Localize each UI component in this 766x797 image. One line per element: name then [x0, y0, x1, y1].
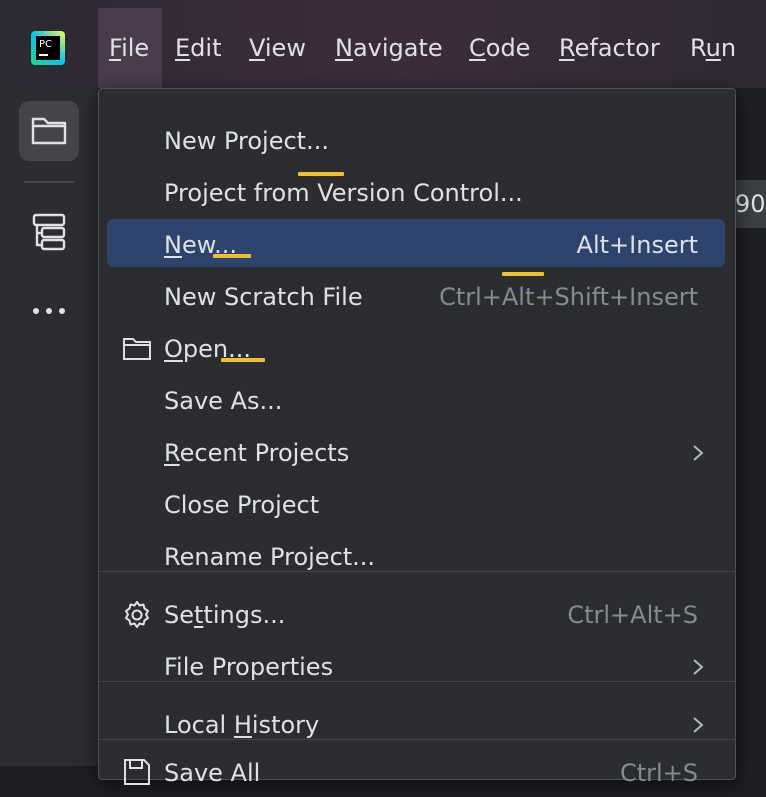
main-menubar: PC File Edit View Navigate Code Refactor…	[0, 0, 766, 88]
menu-item-save-as[interactable]: Save As...	[99, 377, 735, 425]
menu-item-label: Save All	[164, 759, 261, 787]
menu-item-open[interactable]: Open...	[99, 325, 735, 373]
more-tools-icon[interactable]	[31, 306, 67, 316]
gear-icon	[125, 601, 149, 628]
chevron-right-icon	[693, 445, 704, 461]
menu-run[interactable]: Run	[690, 34, 736, 62]
menu-separator	[99, 571, 735, 572]
menu-item-label: File Properties	[164, 653, 334, 681]
menu-item-label: Rename Project...	[164, 543, 376, 571]
editor-text-fragment: 909	[735, 180, 766, 228]
menu-item-shortcut: Ctrl+Alt+S	[567, 601, 698, 629]
menu-view[interactable]: View	[249, 34, 306, 62]
folder-icon	[31, 117, 67, 145]
menu-item-new-scratch-file[interactable]: New Scratch File Ctrl+Alt+Shift+Insert	[99, 273, 735, 321]
menu-navigate[interactable]: Navigate	[335, 34, 443, 62]
menu-refactor[interactable]: Refactor	[559, 34, 660, 62]
menu-item-project-from-vcs[interactable]: Project from Version Control...	[99, 169, 735, 276]
structure-icon[interactable]	[32, 213, 66, 251]
menu-edit[interactable]: Edit	[175, 34, 221, 62]
menu-item-shortcut: Alt+Insert	[576, 231, 698, 259]
menu-file[interactable]: File	[109, 34, 149, 62]
menu-item-shortcut: Ctrl+S	[619, 759, 698, 787]
menu-item-label: Settings...	[164, 601, 286, 629]
file-menu-dropdown: New Project... Project from Version Cont…	[98, 88, 736, 787]
tool-window-strip	[0, 88, 99, 766]
mnemonic-hint	[221, 358, 265, 362]
menu-separator	[99, 681, 735, 682]
menu-item-new[interactable]: New... Alt+Insert	[99, 219, 735, 269]
folder-icon	[123, 338, 151, 360]
menu-item-close-project[interactable]: Close Project	[99, 481, 735, 529]
menu-file-mnemonic: F	[109, 34, 122, 62]
menu-item-shortcut: Ctrl+Alt+Shift+Insert	[439, 283, 698, 311]
menu-item-label: Save As...	[164, 387, 283, 415]
menu-item-label: New Scratch File	[164, 283, 363, 311]
menu-item-label: New Project...	[164, 127, 329, 155]
tool-strip-separator	[24, 181, 74, 183]
menu-item-save-all[interactable]: Save All Ctrl+S	[99, 749, 735, 797]
menu-item-label: Recent Projects	[164, 439, 350, 467]
logo-text: PC	[39, 39, 52, 50]
mnemonic-hint	[213, 254, 251, 258]
menu-item-label: Local History	[164, 711, 320, 739]
menu-item-recent-projects[interactable]: Recent Projects	[99, 429, 735, 477]
menu-item-label: Project from Version Control...	[164, 179, 523, 207]
pycharm-logo-icon[interactable]: PC	[31, 31, 65, 65]
menu-item-rename-project[interactable]: Rename Project...	[99, 533, 735, 581]
chevron-right-icon	[693, 717, 704, 733]
menu-item-file-properties[interactable]: File Properties	[99, 643, 735, 691]
menu-item-settings[interactable]: Settings... Ctrl+Alt+S	[99, 591, 735, 639]
menu-item-new-project[interactable]: New Project...	[99, 117, 735, 176]
menu-code[interactable]: Code	[469, 34, 530, 62]
project-tool-button[interactable]	[19, 101, 79, 161]
menu-item-local-history[interactable]: Local History	[99, 701, 735, 749]
chevron-right-icon	[693, 659, 704, 675]
save-icon	[124, 759, 150, 785]
menu-separator	[99, 739, 735, 740]
menu-item-label: Close Project	[164, 491, 320, 519]
